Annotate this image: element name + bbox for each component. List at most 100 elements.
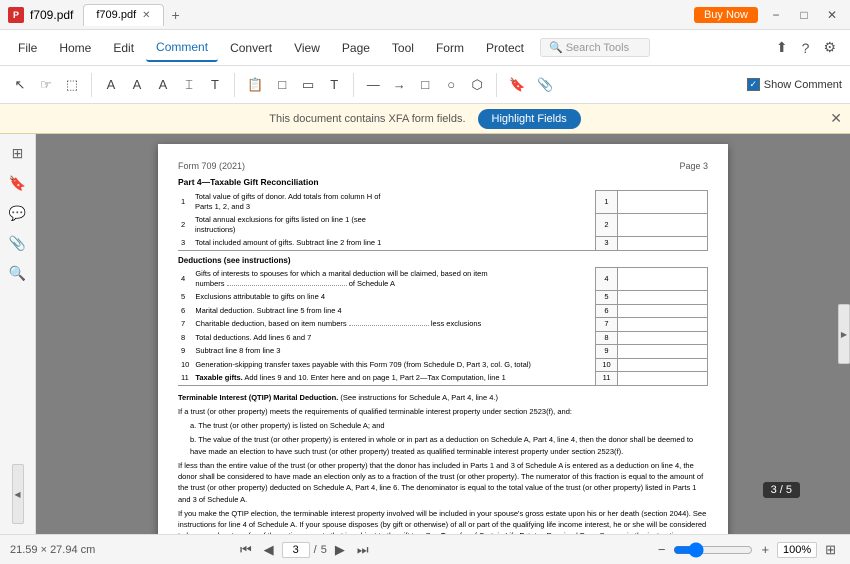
page-badge: 3 / 5 (763, 482, 800, 498)
table-row: 8 Total deductions. Add lines 6 and 7 8 (178, 331, 708, 345)
table-row: 10 Generation-skipping transfer taxes pa… (178, 358, 708, 372)
hand-tool[interactable]: ☞ (34, 72, 58, 98)
tab-close-btn[interactable]: ✕ (142, 10, 150, 21)
title-bar-filename: f709.pdf (30, 8, 73, 22)
show-comment-toggle[interactable]: Show Comment (747, 78, 842, 91)
menu-bar: File Home Edit Comment Convert View Page… (0, 30, 850, 66)
type-tool[interactable]: T (322, 72, 346, 98)
prev-page-button[interactable]: ◀ (260, 540, 278, 560)
deductions-table: 4 Gifts of interests to spouses for whic… (178, 267, 708, 386)
menu-page[interactable]: Page (332, 34, 380, 62)
table-row: 1 Total value of gifts of donor. Add tot… (178, 191, 708, 214)
sidebar-attachment-icon[interactable]: 📎 (5, 230, 31, 256)
zoom-out-button[interactable]: − (654, 540, 670, 559)
table-row: 6 Marital deduction. Subtract line 5 fro… (178, 304, 708, 318)
highlight-tool[interactable]: A (99, 72, 123, 98)
deductions-header: Deductions (see instructions) (178, 255, 708, 266)
current-page-input[interactable] (282, 542, 310, 558)
page-number-text: Page 3 (679, 160, 708, 173)
right-panel-arrow[interactable]: ▶ (838, 304, 850, 364)
fit-page-button[interactable]: ⊞ (821, 540, 840, 560)
strikeout-tool[interactable]: A (151, 72, 175, 98)
zoom-in-button[interactable]: + (757, 540, 773, 559)
new-tab-button[interactable]: + (164, 5, 188, 25)
zoom-level-input[interactable] (777, 542, 817, 558)
highlight-fields-button[interactable]: Highlight Fields (478, 109, 581, 129)
title-bar: P f709.pdf f709.pdf ✕ + Buy Now − □ ✕ (0, 0, 850, 30)
part4-header: Part 4—Taxable Gift Reconciliation (178, 177, 708, 189)
left-sidebar: ⊞ 🔖 💬 📎 🔍 ◀ (0, 134, 36, 534)
settings-button[interactable]: ⚙ (817, 35, 842, 60)
status-bar-left: 21.59 × 27.94 cm (10, 544, 95, 556)
sidebar-bookmark-icon[interactable]: 🔖 (5, 170, 31, 196)
menu-protect[interactable]: Protect (476, 34, 534, 62)
replace-tool[interactable]: ⌶ (177, 72, 201, 98)
text-box-tool[interactable]: □ (270, 72, 294, 98)
table-row: 4 Gifts of interests to spouses for whic… (178, 268, 708, 291)
sidebar-comment-icon[interactable]: 💬 (5, 200, 31, 226)
pdf-page: Form 709 (2021) Page 3 Part 4—Taxable Gi… (158, 144, 728, 534)
line-tool[interactable]: — (361, 72, 385, 98)
toolbar-group-2: A A A ⌶ T (99, 72, 227, 98)
form-table: 1 Total value of gifts of donor. Add tot… (178, 190, 708, 251)
table-row: 3 Total included amount of gifts. Subtra… (178, 237, 708, 251)
cursor-tool[interactable]: ↖ (8, 72, 32, 98)
table-row: 9 Subtract line 8 from line 3 9 (178, 345, 708, 359)
table-row: 11 Taxable gifts. Add lines 9 and 10. En… (178, 372, 708, 386)
arrow-tool[interactable]: → (387, 72, 411, 98)
poly-tool[interactable]: ⬡ (465, 72, 489, 98)
share-button[interactable]: ⬆ (770, 35, 794, 60)
document-area: Form 709 (2021) Page 3 Part 4—Taxable Gi… (36, 134, 850, 534)
tab-f709[interactable]: f709.pdf ✕ (83, 4, 163, 26)
status-bar-center: ⏮ ◀ / 5 ▶ ⏭ (236, 540, 373, 560)
table-row: 5 Exclusions attributable to gifts on li… (178, 291, 708, 305)
maximize-button[interactable]: □ (794, 5, 814, 25)
insert-tool[interactable]: T (203, 72, 227, 98)
menu-form[interactable]: Form (426, 34, 474, 62)
callout-tool[interactable]: ▭ (296, 72, 320, 98)
next-page-button[interactable]: ▶ (331, 540, 349, 560)
stamp-tool[interactable]: 🔖 (504, 72, 530, 98)
toolbar-group-4: — → □ ○ ⬡ (361, 72, 489, 98)
page-dimensions: 21.59 × 27.94 cm (10, 544, 95, 556)
menu-convert[interactable]: Convert (220, 34, 282, 62)
zoom-slider[interactable] (673, 542, 753, 558)
sidebar-collapse-arrow[interactable]: ◀ (12, 464, 24, 524)
menu-home[interactable]: Home (49, 34, 101, 62)
page-separator: / (314, 544, 317, 556)
xfa-message: This document contains XFA form fields. (269, 113, 465, 125)
search-tools-input[interactable]: 🔍 Search Tools (540, 38, 650, 57)
sidebar-thumbnail-icon[interactable]: ⊞ (5, 140, 31, 166)
xfa-notice-bar: This document contains XFA form fields. … (0, 104, 850, 134)
buy-now-button[interactable]: Buy Now (694, 7, 758, 23)
show-comment-checkbox[interactable] (747, 78, 760, 91)
total-pages: 5 (321, 544, 327, 556)
menu-file[interactable]: File (8, 34, 47, 62)
rect-tool[interactable]: □ (413, 72, 437, 98)
close-button[interactable]: ✕ (822, 5, 842, 25)
toolbar-group-5: 🔖 📎 (504, 72, 558, 98)
attach-tool[interactable]: 📎 (532, 72, 558, 98)
first-page-button[interactable]: ⏮ (236, 540, 256, 560)
menu-comment[interactable]: Comment (146, 34, 218, 62)
sticky-note-tool[interactable]: 📋 (242, 72, 268, 98)
menu-edit[interactable]: Edit (103, 34, 144, 62)
menu-tool[interactable]: Tool (382, 34, 424, 62)
menu-view[interactable]: View (284, 34, 330, 62)
oval-tool[interactable]: ○ (439, 72, 463, 98)
status-bar: 21.59 × 27.94 cm ⏮ ◀ / 5 ▶ ⏭ − + ⊞ (0, 534, 850, 564)
select-tool[interactable]: ⬚ (60, 72, 84, 98)
form-title: Form 709 (2021) (178, 160, 245, 173)
title-bar-controls: Buy Now − □ ✕ (694, 5, 842, 25)
menu-right-buttons: ⬆ ? ⚙ (770, 35, 842, 60)
last-page-button[interactable]: ⏭ (353, 540, 373, 560)
underline-tool[interactable]: A (125, 72, 149, 98)
help-button[interactable]: ? (796, 36, 816, 60)
toolbar-separator-3 (353, 73, 354, 97)
toolbar-separator-4 (496, 73, 497, 97)
sidebar-search-icon[interactable]: 🔍 (5, 260, 31, 286)
status-bar-right: − + ⊞ (654, 540, 840, 560)
main-area: ⊞ 🔖 💬 📎 🔍 ◀ Form 709 (2021) Page 3 Part … (0, 134, 850, 534)
minimize-button[interactable]: − (766, 5, 786, 25)
xfa-close-button[interactable]: ✕ (830, 110, 842, 127)
